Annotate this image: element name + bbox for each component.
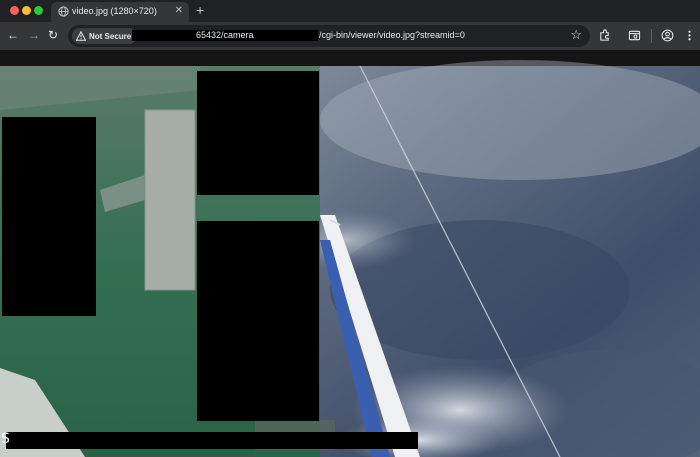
reload-icon[interactable]: ↻ bbox=[48, 27, 58, 43]
minimize-window-button[interactable] bbox=[22, 6, 31, 15]
address-bar[interactable]: Not Secure 65432/camera/ /cgi-bin/viewer… bbox=[68, 25, 590, 47]
camera-image bbox=[0, 50, 700, 457]
redaction-block bbox=[197, 71, 319, 195]
caption-text: S bbox=[1, 431, 10, 447]
tab-search-icon[interactable] bbox=[628, 29, 641, 42]
back-arrow-icon[interactable]: ← bbox=[7, 27, 19, 43]
security-label: Not Secure bbox=[89, 31, 132, 41]
tab-strip: video.jpg (1280×720) ✕ + bbox=[0, 0, 700, 22]
redaction-block bbox=[197, 221, 319, 421]
url-text-path: /cgi-bin/viewer/video.jpg?streamid=0 bbox=[319, 30, 465, 40]
new-tab-button[interactable]: + bbox=[196, 2, 204, 18]
globe-icon bbox=[58, 6, 69, 17]
close-tab-icon[interactable]: ✕ bbox=[175, 5, 183, 17]
tab-title: video.jpg (1280×720) bbox=[72, 6, 157, 16]
browser-window: video.jpg (1280×720) ✕ + ← → ↻ Not Secur… bbox=[0, 0, 700, 457]
url-text-port-path: 65432/camera/ bbox=[196, 30, 257, 40]
toolbar-divider bbox=[651, 29, 652, 43]
toolbar: ← → ↻ Not Secure 65432/camera/ /cgi-bin/… bbox=[0, 22, 700, 50]
tab-video[interactable]: video.jpg (1280×720) ✕ bbox=[51, 2, 189, 22]
extensions-icon[interactable] bbox=[598, 29, 611, 42]
maximize-window-button[interactable] bbox=[34, 6, 43, 15]
close-window-button[interactable] bbox=[10, 6, 19, 15]
profile-avatar-icon[interactable] bbox=[661, 29, 674, 42]
bookmark-star-icon[interactable]: ☆ bbox=[570, 27, 582, 43]
page-content: S bbox=[0, 50, 700, 457]
caption-redaction bbox=[6, 432, 418, 449]
warning-icon bbox=[76, 31, 86, 41]
url-redaction bbox=[254, 30, 318, 41]
redaction-block bbox=[2, 117, 96, 316]
forward-arrow-icon[interactable]: → bbox=[28, 27, 40, 43]
menu-kebab-icon[interactable] bbox=[683, 29, 696, 42]
security-chip[interactable]: Not Secure bbox=[72, 28, 138, 44]
